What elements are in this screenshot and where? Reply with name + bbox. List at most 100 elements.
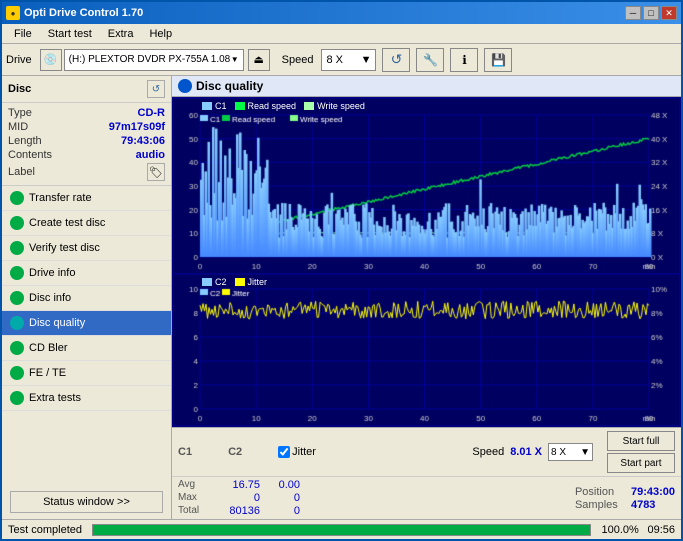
disc-mid-row: MID 97m17s09f	[8, 121, 165, 133]
sidebar-item-fe-te[interactable]: FE / TE	[2, 361, 171, 386]
speed-combo-value: 8 X	[326, 54, 343, 66]
disc-label-row: Label 🏷	[8, 163, 165, 181]
position-label: Position	[575, 486, 625, 498]
legend-jitter-label: Jitter	[248, 277, 268, 287]
minimize-button[interactable]: ─	[625, 6, 641, 20]
nav-label-disc-quality: Disc quality	[29, 317, 85, 329]
disc-refresh-button[interactable]: ↺	[147, 80, 165, 98]
avg-stat-line: Avg 16.75 0.00	[178, 479, 300, 491]
position-samples-panel: Position 79:43:00 Samples 4783	[575, 486, 675, 511]
menu-extra[interactable]: Extra	[100, 26, 142, 42]
drive-combo[interactable]: (H:) PLEXTOR DVDR PX-755A 1.08 ▼	[64, 49, 244, 71]
disc-label-button[interactable]: 🏷	[147, 163, 165, 181]
drive-combo-arrow: ▼	[231, 55, 239, 64]
disc-type-value: CD-R	[138, 107, 166, 119]
speed-display: Speed 8.01 X 8 X ▼	[472, 443, 593, 461]
toolbar: Drive 💿 (H:) PLEXTOR DVDR PX-755A 1.08 ▼…	[2, 44, 681, 76]
status-time: 09:56	[647, 524, 675, 536]
menu-file[interactable]: File	[6, 26, 40, 42]
drive-icon[interactable]: 💿	[40, 49, 62, 71]
disc-type-label: Type	[8, 107, 32, 119]
nav-label-transfer: Transfer rate	[29, 192, 92, 204]
menu-start-test[interactable]: Start test	[40, 26, 100, 42]
window-title: Opti Drive Control 1.70	[24, 7, 143, 19]
maximize-button[interactable]: □	[643, 6, 659, 20]
disc-contents-value: audio	[136, 149, 165, 161]
jitter-check-label[interactable]: Jitter	[292, 446, 316, 458]
nav-label-cd-bler: CD Bler	[29, 342, 68, 354]
status-window-button[interactable]: Status window >>	[10, 491, 163, 513]
sidebar-item-cd-bler[interactable]: CD Bler	[2, 336, 171, 361]
sidebar-item-create-test-disc[interactable]: Create test disc	[2, 211, 171, 236]
samples-label: Samples	[575, 499, 625, 511]
sidebar-item-drive-info[interactable]: Drive info	[2, 261, 171, 286]
disc-mid-label: MID	[8, 121, 28, 133]
refresh-button[interactable]: ↺	[382, 48, 410, 72]
total-c1-value: 80136	[212, 505, 260, 517]
nav-icon-disc-quality	[10, 316, 24, 330]
legend-write-color	[304, 102, 314, 110]
nav-label-verify: Verify test disc	[29, 242, 100, 254]
max-stat-line: Max 0 0	[178, 492, 300, 504]
info-button[interactable]: ℹ	[450, 48, 478, 72]
status-bar: Test completed 100.0% 09:56	[2, 519, 681, 539]
menu-help[interactable]: Help	[141, 26, 180, 42]
stats-column: Avg 16.75 0.00 Max 0 0 Total 80136 0	[178, 479, 300, 517]
total-c2-value: 0	[264, 505, 300, 517]
speed-combo-arrow: ▼	[361, 54, 372, 66]
sidebar-item-verify-test-disc[interactable]: Verify test disc	[2, 236, 171, 261]
nav-list: Transfer rate Create test disc Verify te…	[2, 186, 171, 485]
sidebar-item-disc-quality[interactable]: Disc quality	[2, 311, 171, 336]
drive-combo-value: (H:) PLEXTOR DVDR PX-755A 1.08	[69, 54, 231, 65]
nav-label-create: Create test disc	[29, 217, 105, 229]
nav-icon-drive-info	[10, 266, 24, 280]
position-line: Position 79:43:00	[575, 486, 675, 498]
title-bar-left: ● Opti Drive Control 1.70	[6, 6, 143, 20]
app-icon: ●	[6, 6, 20, 20]
legend-c2-label: C2	[215, 277, 227, 287]
speed-combo[interactable]: 8 X ▼	[321, 49, 376, 71]
disc-quality-icon	[178, 79, 192, 93]
position-value: 79:43:00	[631, 486, 675, 498]
samples-value: 4783	[631, 499, 655, 511]
speed-select-combo[interactable]: 8 X ▼	[548, 443, 593, 461]
legend-c2-color	[202, 278, 212, 286]
eject-button[interactable]: ⏏	[248, 49, 270, 71]
jitter-check-group: Jitter	[278, 446, 316, 458]
legend-c1: C1	[202, 101, 227, 111]
legend-c1-color	[202, 102, 212, 110]
drive-label: Drive	[6, 54, 32, 66]
title-bar: ● Opti Drive Control 1.70 ─ □ ✕	[2, 2, 681, 24]
legend-read-label: Read speed	[248, 101, 297, 111]
bottom-panel: C1 C2 Jitter Speed 8.01 X 8 X ▼	[172, 427, 681, 519]
disc-label-label: Label	[8, 166, 35, 178]
legend-write-label: Write speed	[317, 101, 365, 111]
content-area: Disc quality C1 Read speed	[172, 76, 681, 519]
main-window: ● Opti Drive Control 1.70 ─ □ ✕ File Sta…	[0, 0, 683, 541]
settings-button[interactable]: 🔧	[416, 48, 444, 72]
menu-bar: File Start test Extra Help	[2, 24, 681, 44]
speed-select-value: 8 X	[551, 447, 566, 458]
nav-icon-fe-te	[10, 366, 24, 380]
chart2-legend: C2 Jitter	[202, 277, 267, 287]
avg-label: Avg	[178, 479, 208, 491]
legend-c1-label: C1	[215, 101, 227, 111]
speed-display-value: 8.01 X	[510, 446, 542, 458]
chart1-container: C1 Read speed Write speed	[174, 99, 679, 273]
sidebar-item-extra-tests[interactable]: Extra tests	[2, 386, 171, 411]
sidebar-item-disc-info[interactable]: Disc info	[2, 286, 171, 311]
close-button[interactable]: ✕	[661, 6, 677, 20]
stats-row: Avg 16.75 0.00 Max 0 0 Total 80136 0	[172, 477, 681, 519]
disc-title: Disc	[8, 83, 31, 95]
nav-label-drive-info: Drive info	[29, 267, 75, 279]
nav-icon-transfer	[10, 191, 24, 205]
chart2-container: C2 Jitter	[174, 275, 679, 425]
start-part-button[interactable]: Start part	[607, 453, 675, 473]
save-button[interactable]: 💾	[484, 48, 512, 72]
disc-mid-value: 97m17s09f	[109, 121, 165, 133]
jitter-checkbox[interactable]	[278, 446, 290, 458]
legend-jitter-color	[235, 278, 245, 286]
sidebar-item-transfer-rate[interactable]: Transfer rate	[2, 186, 171, 211]
avg-c2-value: 0.00	[264, 479, 300, 491]
start-full-button[interactable]: Start full	[607, 431, 675, 451]
